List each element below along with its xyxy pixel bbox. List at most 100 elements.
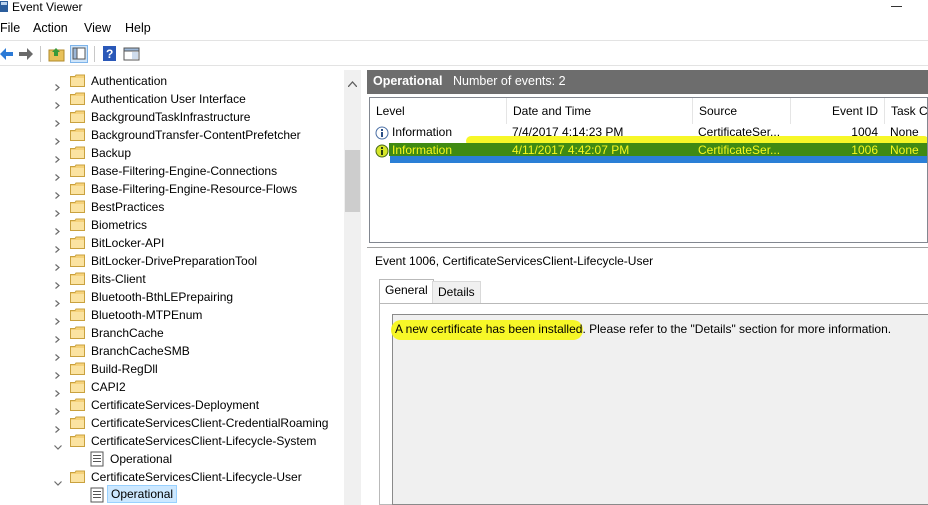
chevron-right-icon[interactable] <box>54 78 61 91</box>
folder-icon <box>70 344 85 357</box>
help-icon[interactable]: ? <box>102 45 120 63</box>
chevron-right-icon[interactable] <box>54 168 61 181</box>
column-header-source[interactable]: Source <box>693 98 791 124</box>
menu-file[interactable]: File <box>0 21 20 35</box>
tree-item-folder[interactable]: CertificateServices-Deployment <box>0 396 344 415</box>
column-header-event-id[interactable]: Event ID <box>791 98 885 124</box>
forward-arrow-icon[interactable] <box>18 45 36 63</box>
tree-item-folder[interactable]: BranchCache <box>0 324 344 343</box>
tree-item-label: Operational <box>110 452 173 466</box>
tree-scrollbar[interactable] <box>344 70 361 505</box>
folder-icon <box>70 380 85 393</box>
chevron-right-icon[interactable] <box>54 330 61 343</box>
tree-item-folder[interactable]: CAPI2 <box>0 378 344 397</box>
tree-item-label: Authentication User Interface <box>91 92 246 106</box>
event-task-category: None <box>890 143 919 157</box>
chevron-right-icon[interactable] <box>54 96 61 109</box>
menu-action[interactable]: Action <box>33 21 68 35</box>
tree-item-folder[interactable]: Base-Filtering-Engine-Connections <box>0 162 344 181</box>
chevron-right-icon[interactable] <box>54 186 61 199</box>
chevron-down-icon[interactable] <box>54 474 62 486</box>
tree-item-label: Backup <box>91 146 132 160</box>
tree-item-folder[interactable]: Biometrics <box>0 216 344 235</box>
tree-item-log[interactable]: Operational <box>0 450 344 468</box>
tree-item-folder[interactable]: Authentication <box>0 72 344 91</box>
chevron-right-icon[interactable] <box>54 276 61 289</box>
tree-item-label: CertificateServicesClient-Lifecycle-Syst… <box>91 434 317 448</box>
tree-item-folder[interactable]: BranchCacheSMB <box>0 342 344 361</box>
folder-icon <box>70 416 85 429</box>
chevron-right-icon[interactable] <box>54 132 61 145</box>
menu-help[interactable]: Help <box>125 21 151 35</box>
tree-item-label: BranchCache <box>91 326 164 340</box>
chevron-right-icon[interactable] <box>54 114 61 127</box>
tree-item-label: BestPractices <box>91 200 165 214</box>
event-level: Information <box>392 125 453 139</box>
event-row-selected[interactable]: Information 4/11/2017 4:42:07 PM Certifi… <box>370 142 927 164</box>
tree-item-folder[interactable]: BitLocker-DrivePreparationTool <box>0 252 344 271</box>
chevron-down-icon[interactable] <box>54 438 62 450</box>
properties-pane-icon[interactable] <box>123 45 141 63</box>
tree-item-label: Base-Filtering-Engine-Resource-Flows <box>91 182 298 196</box>
event-source: CertificateSer... <box>698 143 781 157</box>
show-hide-pane-icon[interactable] <box>70 45 88 63</box>
tree-item-folder[interactable]: Build-RegDll <box>0 360 344 379</box>
event-description-box <box>392 314 928 505</box>
tree-item-folder[interactable]: BackgroundTaskInfrastructure <box>0 108 344 127</box>
minimize-button[interactable] <box>891 6 902 7</box>
tree-item-log[interactable]: Operational <box>0 485 344 504</box>
tree-item-folder[interactable]: Authentication User Interface <box>0 90 344 109</box>
tab-details[interactable]: Details <box>432 281 481 303</box>
tree-item-folder[interactable]: Bluetooth-MTPEnum <box>0 306 344 325</box>
tree-item-label: CertificateServices-Deployment <box>91 398 260 412</box>
tree-item-label: CertificateServicesClient-CredentialRoam… <box>91 416 329 430</box>
chevron-right-icon[interactable] <box>54 258 61 271</box>
toolbar-separator <box>40 46 41 62</box>
chevron-right-icon[interactable] <box>54 420 61 433</box>
chevron-right-icon[interactable] <box>54 222 61 235</box>
tree-item-label: BitLocker-DrivePreparationTool <box>91 254 258 268</box>
tree-item-label: Build-RegDll <box>91 362 158 376</box>
event-description-rest: . Please refer to the "Details" section … <box>582 322 892 336</box>
folder-icon <box>70 398 85 411</box>
tree-item-folder[interactable]: Bits-Client <box>0 270 344 289</box>
scroll-thumb[interactable] <box>345 150 360 212</box>
scroll-up-arrow-icon[interactable] <box>347 76 358 90</box>
chevron-right-icon[interactable] <box>54 348 61 361</box>
folder-icon <box>70 218 85 231</box>
tree-item-folder[interactable]: BitLocker-API <box>0 234 344 253</box>
tree-item-folder[interactable]: Bluetooth-BthLEPrepairing <box>0 288 344 307</box>
chevron-right-icon[interactable] <box>54 294 61 307</box>
tree-item-folder[interactable]: Backup <box>0 144 344 163</box>
menu-view[interactable]: View <box>84 21 111 35</box>
chevron-right-icon[interactable] <box>54 150 61 163</box>
column-header-level[interactable]: Level <box>370 98 507 124</box>
column-header-task-category[interactable]: Task Ca <box>885 98 927 124</box>
tree-item-folder[interactable]: CertificateServicesClient-CredentialRoam… <box>0 414 344 433</box>
folder-up-icon[interactable] <box>48 45 66 63</box>
folder-icon <box>70 326 85 339</box>
chevron-right-icon[interactable] <box>54 312 61 325</box>
tab-general[interactable]: General <box>379 279 434 304</box>
chevron-right-icon[interactable] <box>54 240 61 253</box>
chevron-right-icon[interactable] <box>54 402 61 415</box>
folder-icon <box>70 434 85 447</box>
folder-icon <box>70 146 85 159</box>
tree-item-folder[interactable]: CertificateServicesClient-Lifecycle-Syst… <box>0 432 344 450</box>
tree-item-folder[interactable]: CertificateServicesClient-Lifecycle-User <box>0 468 344 486</box>
tree-item-label: BitLocker-API <box>91 236 165 250</box>
events-grid: Level Date and Time Source Event ID Task… <box>369 97 928 243</box>
chevron-right-icon[interactable] <box>54 204 61 217</box>
tree-item-folder[interactable]: BackgroundTransfer-ContentPrefetcher <box>0 126 344 145</box>
menu-bar: File Action View Help <box>0 18 928 38</box>
chevron-right-icon[interactable] <box>54 384 61 397</box>
column-header-date-time[interactable]: Date and Time <box>507 98 693 124</box>
tree-item-folder[interactable]: BestPractices <box>0 198 344 217</box>
chevron-right-icon[interactable] <box>54 366 61 379</box>
tree-item-folder[interactable]: Base-Filtering-Engine-Resource-Flows <box>0 180 344 199</box>
back-arrow-icon[interactable] <box>0 45 18 63</box>
folder-icon <box>70 272 85 285</box>
folder-icon <box>70 200 85 213</box>
tree-item-label: Authentication <box>91 74 168 88</box>
tree-item-label: Biometrics <box>91 218 148 232</box>
